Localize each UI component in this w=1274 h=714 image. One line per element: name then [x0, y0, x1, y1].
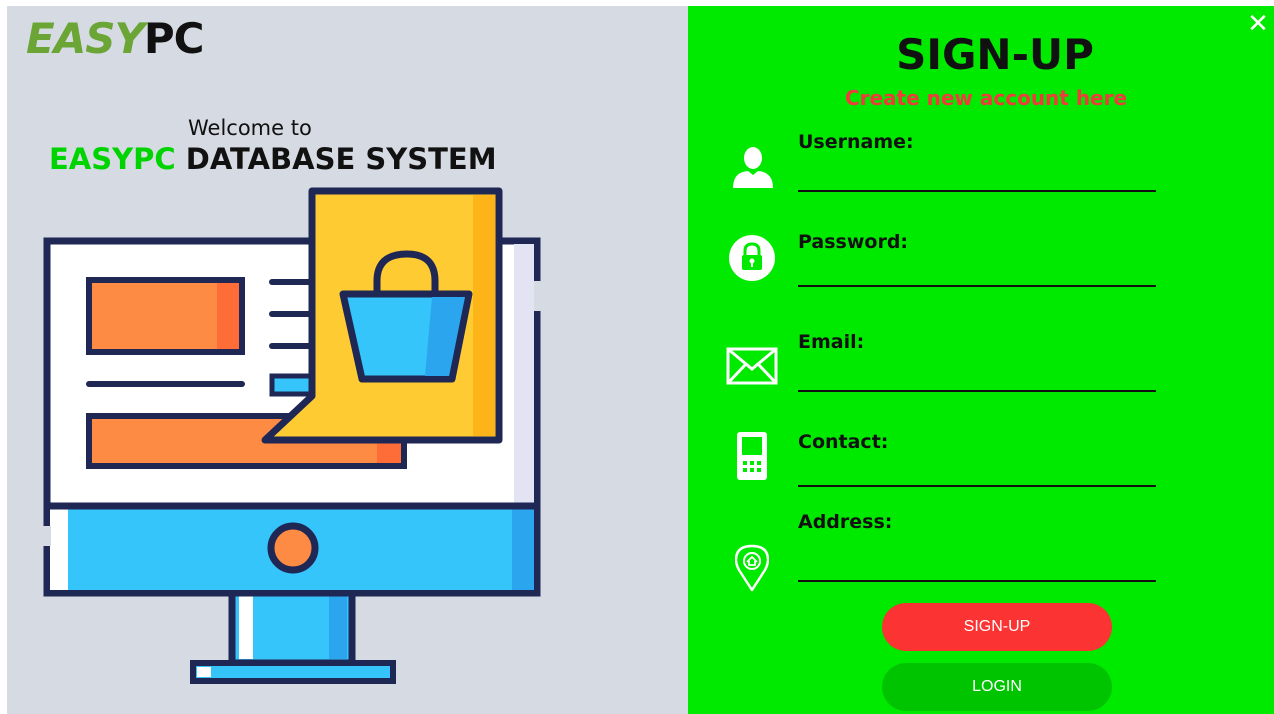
signup-subheading: Create new account here	[844, 86, 1128, 110]
computer-shopping-illustration	[43, 187, 542, 684]
password-input[interactable]	[798, 259, 1156, 287]
lock-icon	[729, 235, 775, 281]
address-label: Address:	[798, 511, 893, 533]
left-panel: EASYPC Welcome to EASYPC DATABASE SYSTEM	[7, 6, 688, 714]
password-label: Password:	[798, 231, 909, 253]
signup-heading: SIGN-UP	[896, 30, 1094, 79]
username-label: Username:	[798, 131, 914, 153]
signup-panel: ✕ SIGN-UP Create new account here Userna…	[688, 6, 1274, 714]
signup-button[interactable]: SIGN-UP	[882, 603, 1112, 651]
username-input[interactable]	[798, 164, 1156, 192]
location-pin-icon	[735, 544, 769, 592]
email-label: Email:	[798, 331, 865, 353]
envelope-icon	[726, 347, 778, 385]
login-button[interactable]: LOGIN	[882, 663, 1112, 711]
address-input[interactable]	[798, 554, 1156, 582]
contact-label: Contact:	[798, 431, 889, 453]
mobile-phone-icon	[737, 432, 767, 480]
user-icon	[733, 147, 773, 188]
contact-input[interactable]	[798, 459, 1156, 487]
email-input[interactable]	[798, 364, 1156, 392]
